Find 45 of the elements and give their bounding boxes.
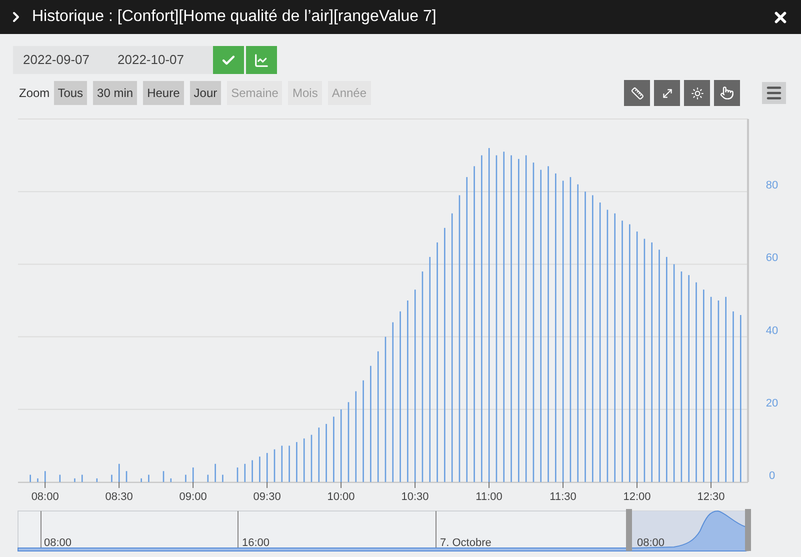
check-icon xyxy=(221,52,236,68)
zoom-button[interactable]: 30 min xyxy=(93,81,138,105)
zoom-label: Zoom xyxy=(19,85,50,102)
close-icon[interactable] xyxy=(772,8,789,26)
window-title: Historique : [Confort][Home qualité de l’air][rangeValue 7] xyxy=(32,7,436,27)
navigator-handle[interactable] xyxy=(745,509,751,551)
line-chart-icon xyxy=(254,52,269,68)
sun-icon xyxy=(690,86,704,100)
x-axis-label: 09:30 xyxy=(253,491,281,503)
x-axis-label: 10:00 xyxy=(327,491,355,503)
navigator-label: 7. Octobre xyxy=(440,537,492,549)
end-date: 2022-10-07 xyxy=(118,51,184,70)
y-axis-label: 20 xyxy=(766,397,778,410)
navigator-label: 08:00 xyxy=(44,537,72,549)
sun-button[interactable] xyxy=(684,80,710,106)
zoom-button[interactable]: Heure xyxy=(143,81,184,105)
x-axis-label: 12:00 xyxy=(623,491,651,503)
validate-button[interactable] xyxy=(213,46,244,74)
y-axis-label: 80 xyxy=(766,180,778,192)
x-axis-label: 11:00 xyxy=(476,491,502,503)
x-axis-label: 12:30 xyxy=(697,491,725,503)
navigator-handle[interactable] xyxy=(626,509,632,551)
date-range-field[interactable]: 2022-09-07 2022-10-07 xyxy=(13,46,213,74)
navigator-label: 08:00 xyxy=(637,537,665,549)
zoom-button[interactable]: Jour xyxy=(190,81,222,105)
menu-button[interactable] xyxy=(762,82,786,104)
ruler-button[interactable] xyxy=(624,80,650,106)
y-axis-label: 0 xyxy=(768,470,776,482)
ruler-icon xyxy=(630,86,644,100)
navigator-label: 16:00 xyxy=(242,537,270,549)
diagonal-button[interactable] xyxy=(654,80,680,106)
x-axis-label: 09:00 xyxy=(179,491,207,503)
x-axis-label: 11:30 xyxy=(550,491,576,503)
start-date: 2022-09-07 xyxy=(23,51,90,70)
diagonal-arrow-icon xyxy=(660,86,674,100)
menu-icon xyxy=(765,84,783,102)
chart-button[interactable] xyxy=(246,46,277,74)
pointer-button[interactable] xyxy=(714,80,740,106)
x-axis-label: 10:30 xyxy=(401,491,429,503)
zoom-button[interactable]: Tous xyxy=(54,81,88,105)
x-axis-label: 08:30 xyxy=(105,491,133,503)
x-axis-label: 08:00 xyxy=(31,491,59,503)
y-axis-label: 60 xyxy=(766,252,778,264)
y-axis-label: 40 xyxy=(766,324,778,337)
hand-pointer-icon xyxy=(720,86,734,100)
